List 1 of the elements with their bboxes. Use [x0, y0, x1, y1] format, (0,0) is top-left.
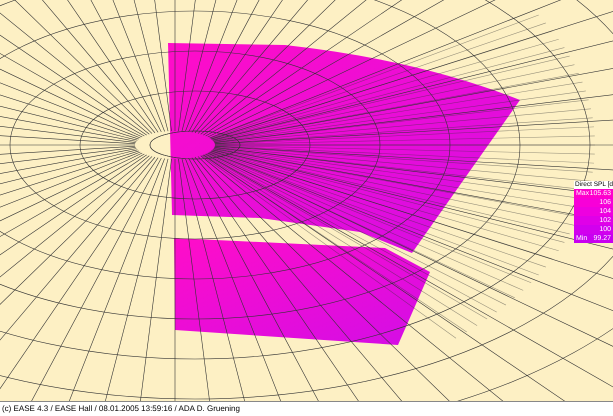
status-text: (c) EASE 4.3 / EASE Hall / 08.01.2005 13:59:16 / ADA D. Gruening — [2, 404, 240, 413]
